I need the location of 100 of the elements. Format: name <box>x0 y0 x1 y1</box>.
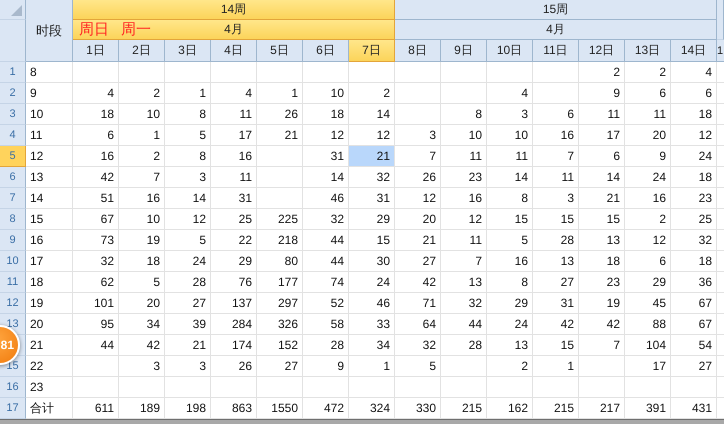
column-header[interactable]: 7日 <box>349 40 395 62</box>
table-cell: 12 <box>303 125 349 146</box>
table-cell <box>211 377 257 398</box>
table-cell: 42 <box>395 272 441 293</box>
table-cell: 24 <box>349 272 395 293</box>
table-cell <box>349 62 395 83</box>
table-cell: 71 <box>395 293 441 314</box>
table-cell: 2 <box>579 62 625 83</box>
table-cell: 17 <box>26 251 73 272</box>
table-cell: 5 <box>395 356 441 377</box>
row-header[interactable]: 16 <box>0 377 26 398</box>
column-header[interactable]: 11日 <box>533 40 579 62</box>
table-cell: 12 <box>671 125 717 146</box>
table-cell: 15 <box>533 209 579 230</box>
table-cell: 27 <box>395 251 441 272</box>
table-cell: 16 <box>625 188 671 209</box>
table-cell: 15 <box>533 335 579 356</box>
table-cell: 6 <box>579 146 625 167</box>
column-header[interactable]: 10日 <box>487 40 533 62</box>
column-header[interactable]: 12日 <box>579 40 625 62</box>
table-cell: 5 <box>487 230 533 251</box>
column-header[interactable]: 1日 <box>73 40 119 62</box>
table-cell: 7 <box>533 146 579 167</box>
row-header[interactable]: 6 <box>0 167 26 188</box>
table-cell: 217 <box>579 398 625 419</box>
row-header[interactable]: 10 <box>0 251 26 272</box>
table-cell: 3 <box>533 188 579 209</box>
table-cell: 297 <box>257 293 303 314</box>
column-header: 时段 <box>26 0 73 62</box>
column-header[interactable]: 1 <box>717 40 724 62</box>
table-cell: 8 <box>487 188 533 209</box>
table-cell: 76 <box>211 272 257 293</box>
table-cell: 27 <box>257 356 303 377</box>
table-cell: 10 <box>303 83 349 104</box>
row-header[interactable]: 4 <box>0 125 26 146</box>
table-cell: 12 <box>165 209 211 230</box>
table-cell: 11 <box>487 146 533 167</box>
row-header[interactable]: 12 <box>0 293 26 314</box>
table-cell <box>165 377 211 398</box>
table-cell: 32 <box>349 167 395 188</box>
table-cell: 29 <box>349 209 395 230</box>
table-cell: 21 <box>579 188 625 209</box>
month-header[interactable]: 4月 <box>395 20 717 40</box>
table-cell: 54 <box>671 335 717 356</box>
table-cell: 1 <box>165 83 211 104</box>
table-cell: 62 <box>73 272 119 293</box>
table-cell: 9 <box>303 356 349 377</box>
table-cell: 1 <box>119 125 165 146</box>
column-header[interactable]: 8日 <box>395 40 441 62</box>
table-cell: 24 <box>625 167 671 188</box>
table-cell: 17 <box>211 125 257 146</box>
table-cell: 19 <box>579 293 625 314</box>
column-header[interactable]: 5日 <box>257 40 303 62</box>
table-cell: 31 <box>211 188 257 209</box>
table-cell: 12 <box>441 209 487 230</box>
table-cell <box>165 62 211 83</box>
table-cell: 20 <box>119 293 165 314</box>
table-cell: 11 <box>211 104 257 125</box>
table-cell: 18 <box>671 251 717 272</box>
table-cell: 24 <box>671 146 717 167</box>
row-header[interactable]: 17 <box>0 398 26 419</box>
table-cell: 51 <box>73 188 119 209</box>
column-header[interactable]: 2日 <box>119 40 165 62</box>
row-header[interactable]: 5 <box>0 146 26 167</box>
column-header[interactable]: 6日 <box>303 40 349 62</box>
select-all-corner[interactable] <box>0 0 26 20</box>
table-cell: 11 <box>441 230 487 251</box>
table-cell <box>119 62 165 83</box>
table-cell: 21 <box>26 335 73 356</box>
week-header[interactable]: 14周 <box>73 0 395 20</box>
row-header[interactable]: 1 <box>0 62 26 83</box>
table-cell: 80 <box>257 251 303 272</box>
month-header[interactable]: 周日 周一 4月 <box>73 20 395 40</box>
column-header[interactable]: 4日 <box>211 40 257 62</box>
column-header[interactable]: 3日 <box>165 40 211 62</box>
row-header[interactable]: 9 <box>0 230 26 251</box>
row-header[interactable]: 3 <box>0 104 26 125</box>
table-cell <box>487 377 533 398</box>
column-header[interactable]: 14日 <box>671 40 717 62</box>
table-cell: 14 <box>487 167 533 188</box>
week-header[interactable]: 15周 <box>395 0 717 20</box>
table-cell: 5 <box>165 125 211 146</box>
row-header[interactable]: 2 <box>0 83 26 104</box>
row-header[interactable]: 7 <box>0 188 26 209</box>
table-cell <box>533 62 579 83</box>
table-cell <box>487 62 533 83</box>
table-cell: 24 <box>165 251 211 272</box>
table-cell: 16 <box>211 146 257 167</box>
table-cell: 14 <box>165 188 211 209</box>
table-cell: 16 <box>487 251 533 272</box>
column-header[interactable]: 9日 <box>441 40 487 62</box>
table-cell: 28 <box>303 335 349 356</box>
table-cell: 42 <box>579 314 625 335</box>
table-cell: 19 <box>26 293 73 314</box>
table-cell: 18 <box>26 272 73 293</box>
table-cell: 218 <box>257 230 303 251</box>
row-header[interactable]: 8 <box>0 209 26 230</box>
row-header[interactable]: 11 <box>0 272 26 293</box>
table-cell: 13 <box>579 230 625 251</box>
column-header[interactable]: 13日 <box>625 40 671 62</box>
